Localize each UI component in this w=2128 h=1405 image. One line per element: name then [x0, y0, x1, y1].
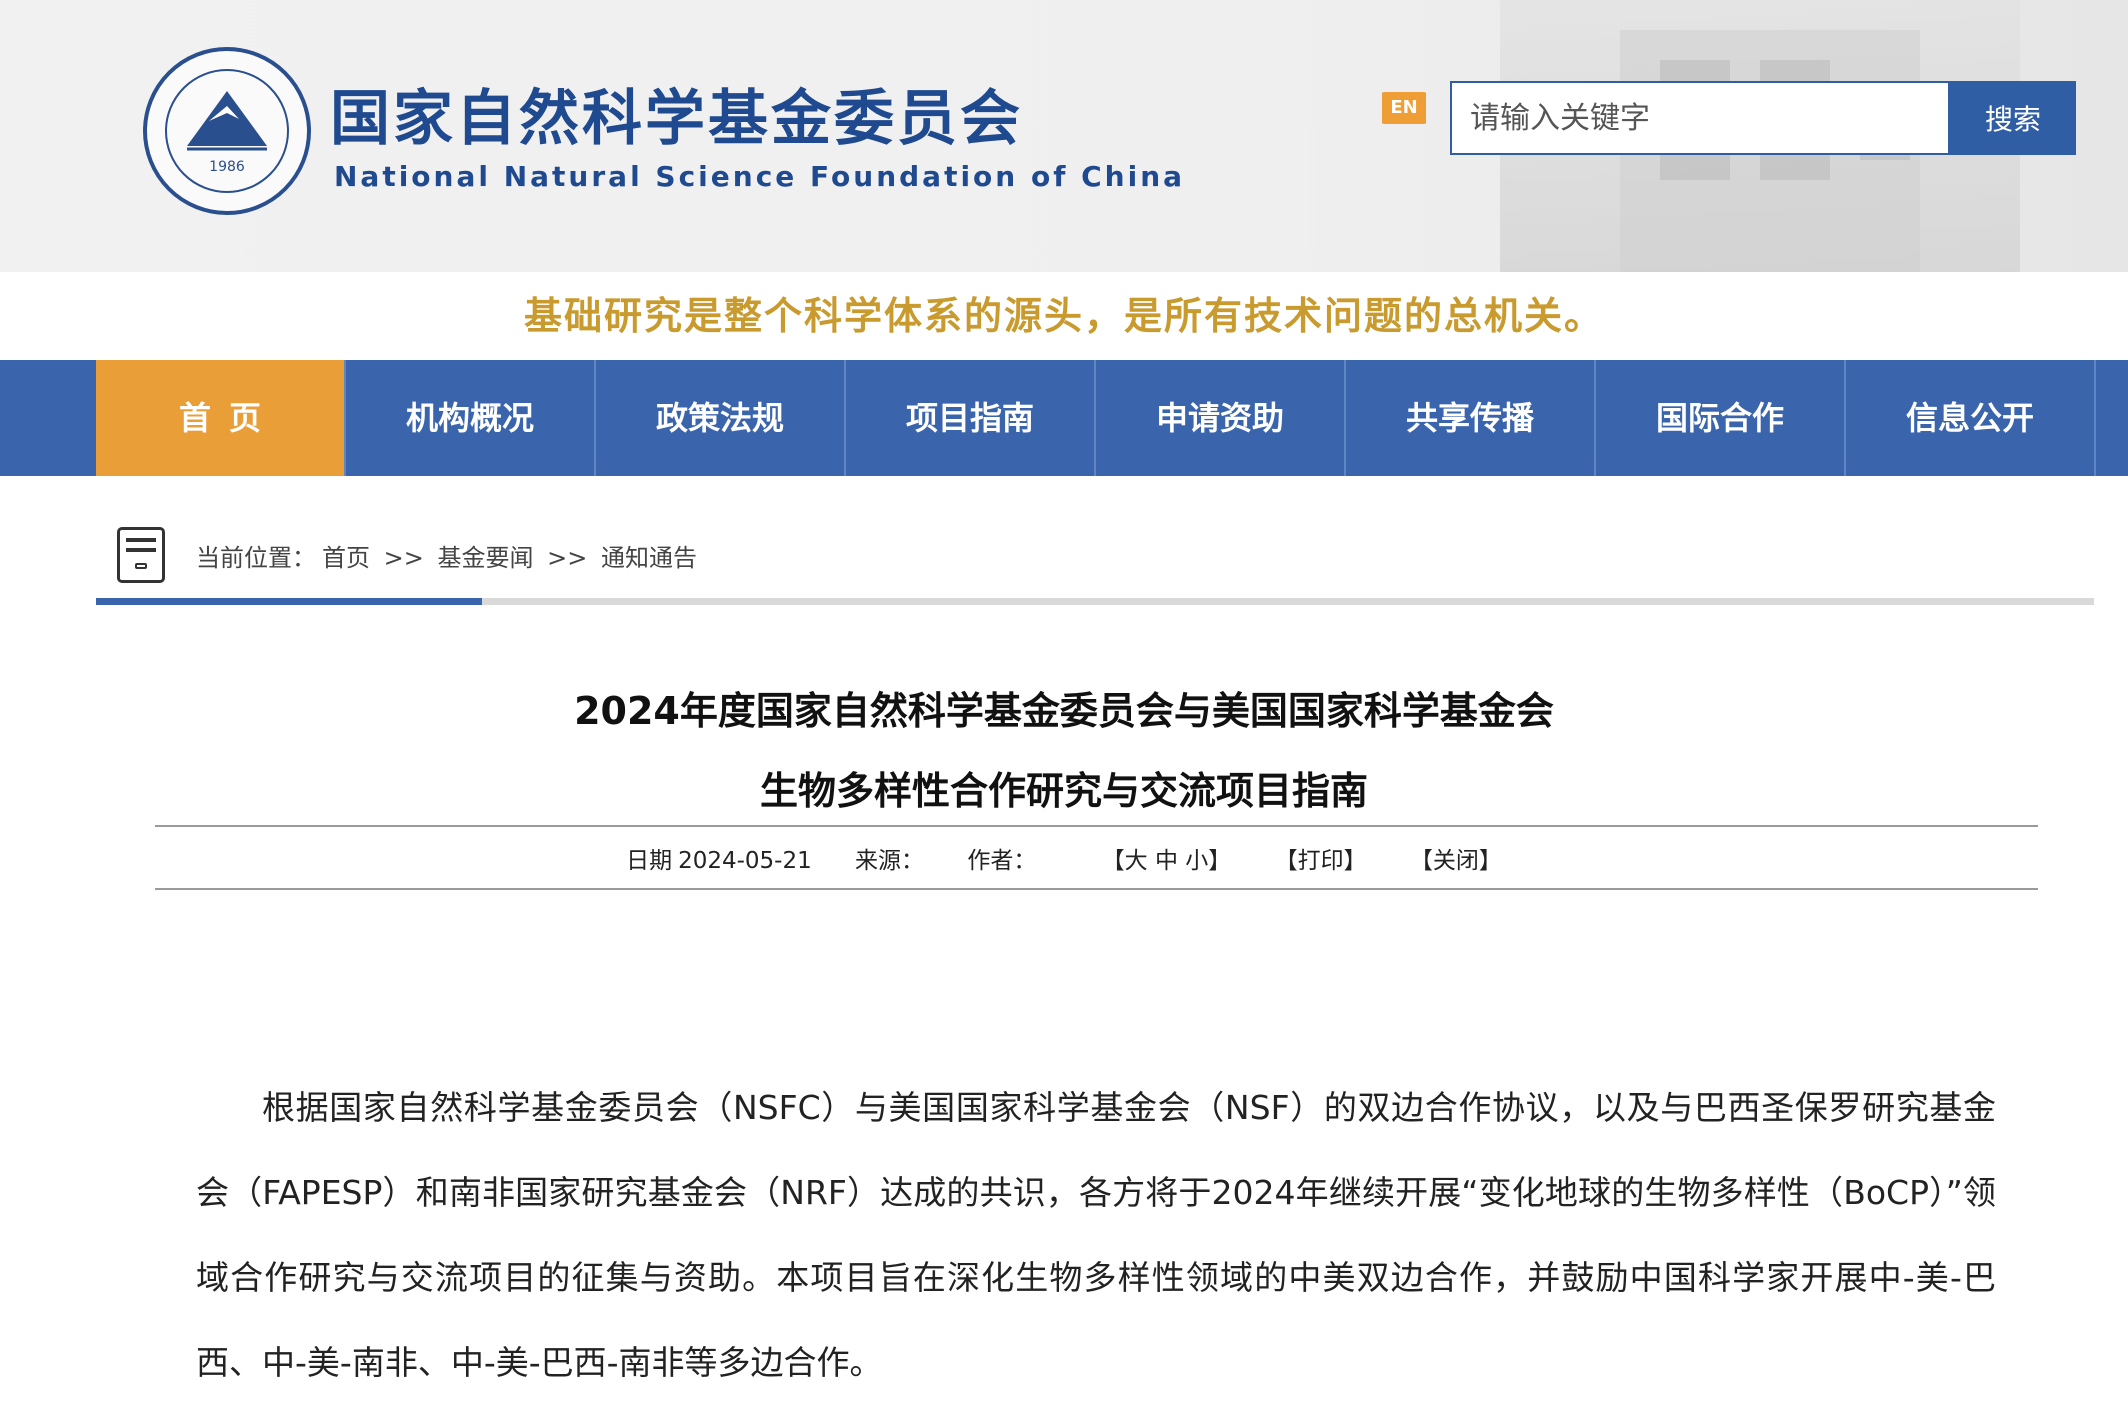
- nav-item-disclosure[interactable]: 信息公开: [1846, 360, 2096, 476]
- site-header: 1986 国家自然科学基金委员会 National Natural Scienc…: [0, 0, 2128, 272]
- site-title-cn: 国家自然科学基金委员会: [330, 84, 1023, 154]
- breadcrumb-news[interactable]: 基金要闻: [438, 544, 534, 572]
- breadcrumb-notices[interactable]: 通知通告: [601, 544, 697, 572]
- date-label: 日期: [626, 848, 673, 874]
- mountain-icon: 1986: [187, 91, 267, 175]
- close-button[interactable]: 【关闭】: [1410, 848, 1502, 874]
- site-title-en: National Natural Science Foundation of C…: [334, 160, 1186, 193]
- article-title-line2: 生物多样性合作研究与交流项目指南: [759, 769, 1368, 813]
- print-button[interactable]: 【打印】: [1275, 848, 1367, 874]
- font-size-control[interactable]: 【大 中 小】: [1102, 848, 1232, 874]
- meta-bottom-rule: [155, 888, 2038, 890]
- breadcrumb-separator: >>: [383, 544, 424, 572]
- meta-source-label: 来源：: [855, 848, 925, 874]
- slogan-banner: 基础研究是整个科学体系的源头，是所有技术问题的总机关。: [523, 294, 1604, 338]
- search-input[interactable]: [1450, 81, 1950, 155]
- meta-author-label: 作者：: [967, 848, 1037, 874]
- english-version-button[interactable]: EN: [1382, 92, 1426, 124]
- article-paragraph: 根据国家自然科学基金委员会（NSFC）与美国国家科学基金会（NSF）的双边合作协…: [196, 1088, 1996, 1382]
- article-title-line1: 2024年度国家自然科学基金委员会与美国国家科学基金会: [574, 689, 1554, 733]
- nav-item-international[interactable]: 国际合作: [1596, 360, 1846, 476]
- seal-year: 1986: [209, 159, 245, 175]
- date-value: 2024-05-21: [678, 848, 812, 874]
- meta-date: 日期 2024-05-21: [626, 848, 812, 874]
- nav-item-policy[interactable]: 政策法规: [596, 360, 846, 476]
- nsfc-seal-logo[interactable]: 1986: [143, 47, 311, 215]
- breadcrumb-divider: [96, 598, 2094, 605]
- nav-item-about[interactable]: 机构概况: [346, 360, 596, 476]
- breadcrumb-separator: >>: [547, 544, 588, 572]
- article-meta: 日期 2024-05-21 来源： 作者： 【大 中 小】 【打印】 【关闭】: [0, 841, 2128, 875]
- nav-item-home[interactable]: 首页: [96, 360, 346, 476]
- main-nav: 首页 机构概况 政策法规 项目指南 申请资助 共享传播 国际合作 信息公开: [0, 360, 2128, 476]
- breadcrumb-home[interactable]: 首页: [322, 544, 370, 572]
- nav-item-funding[interactable]: 申请资助: [1096, 360, 1346, 476]
- breadcrumb: 当前位置： 首页 >> 基金要闻 >> 通知通告: [196, 538, 703, 573]
- breadcrumb-prefix: 当前位置：: [196, 544, 316, 572]
- meta-top-rule: [155, 825, 2038, 827]
- breadcrumb-divider-accent: [96, 598, 482, 605]
- search-button[interactable]: 搜索: [1950, 81, 2076, 155]
- nav-item-sharing[interactable]: 共享传播: [1346, 360, 1596, 476]
- document-icon: [117, 527, 165, 583]
- nav-item-guide[interactable]: 项目指南: [846, 360, 1096, 476]
